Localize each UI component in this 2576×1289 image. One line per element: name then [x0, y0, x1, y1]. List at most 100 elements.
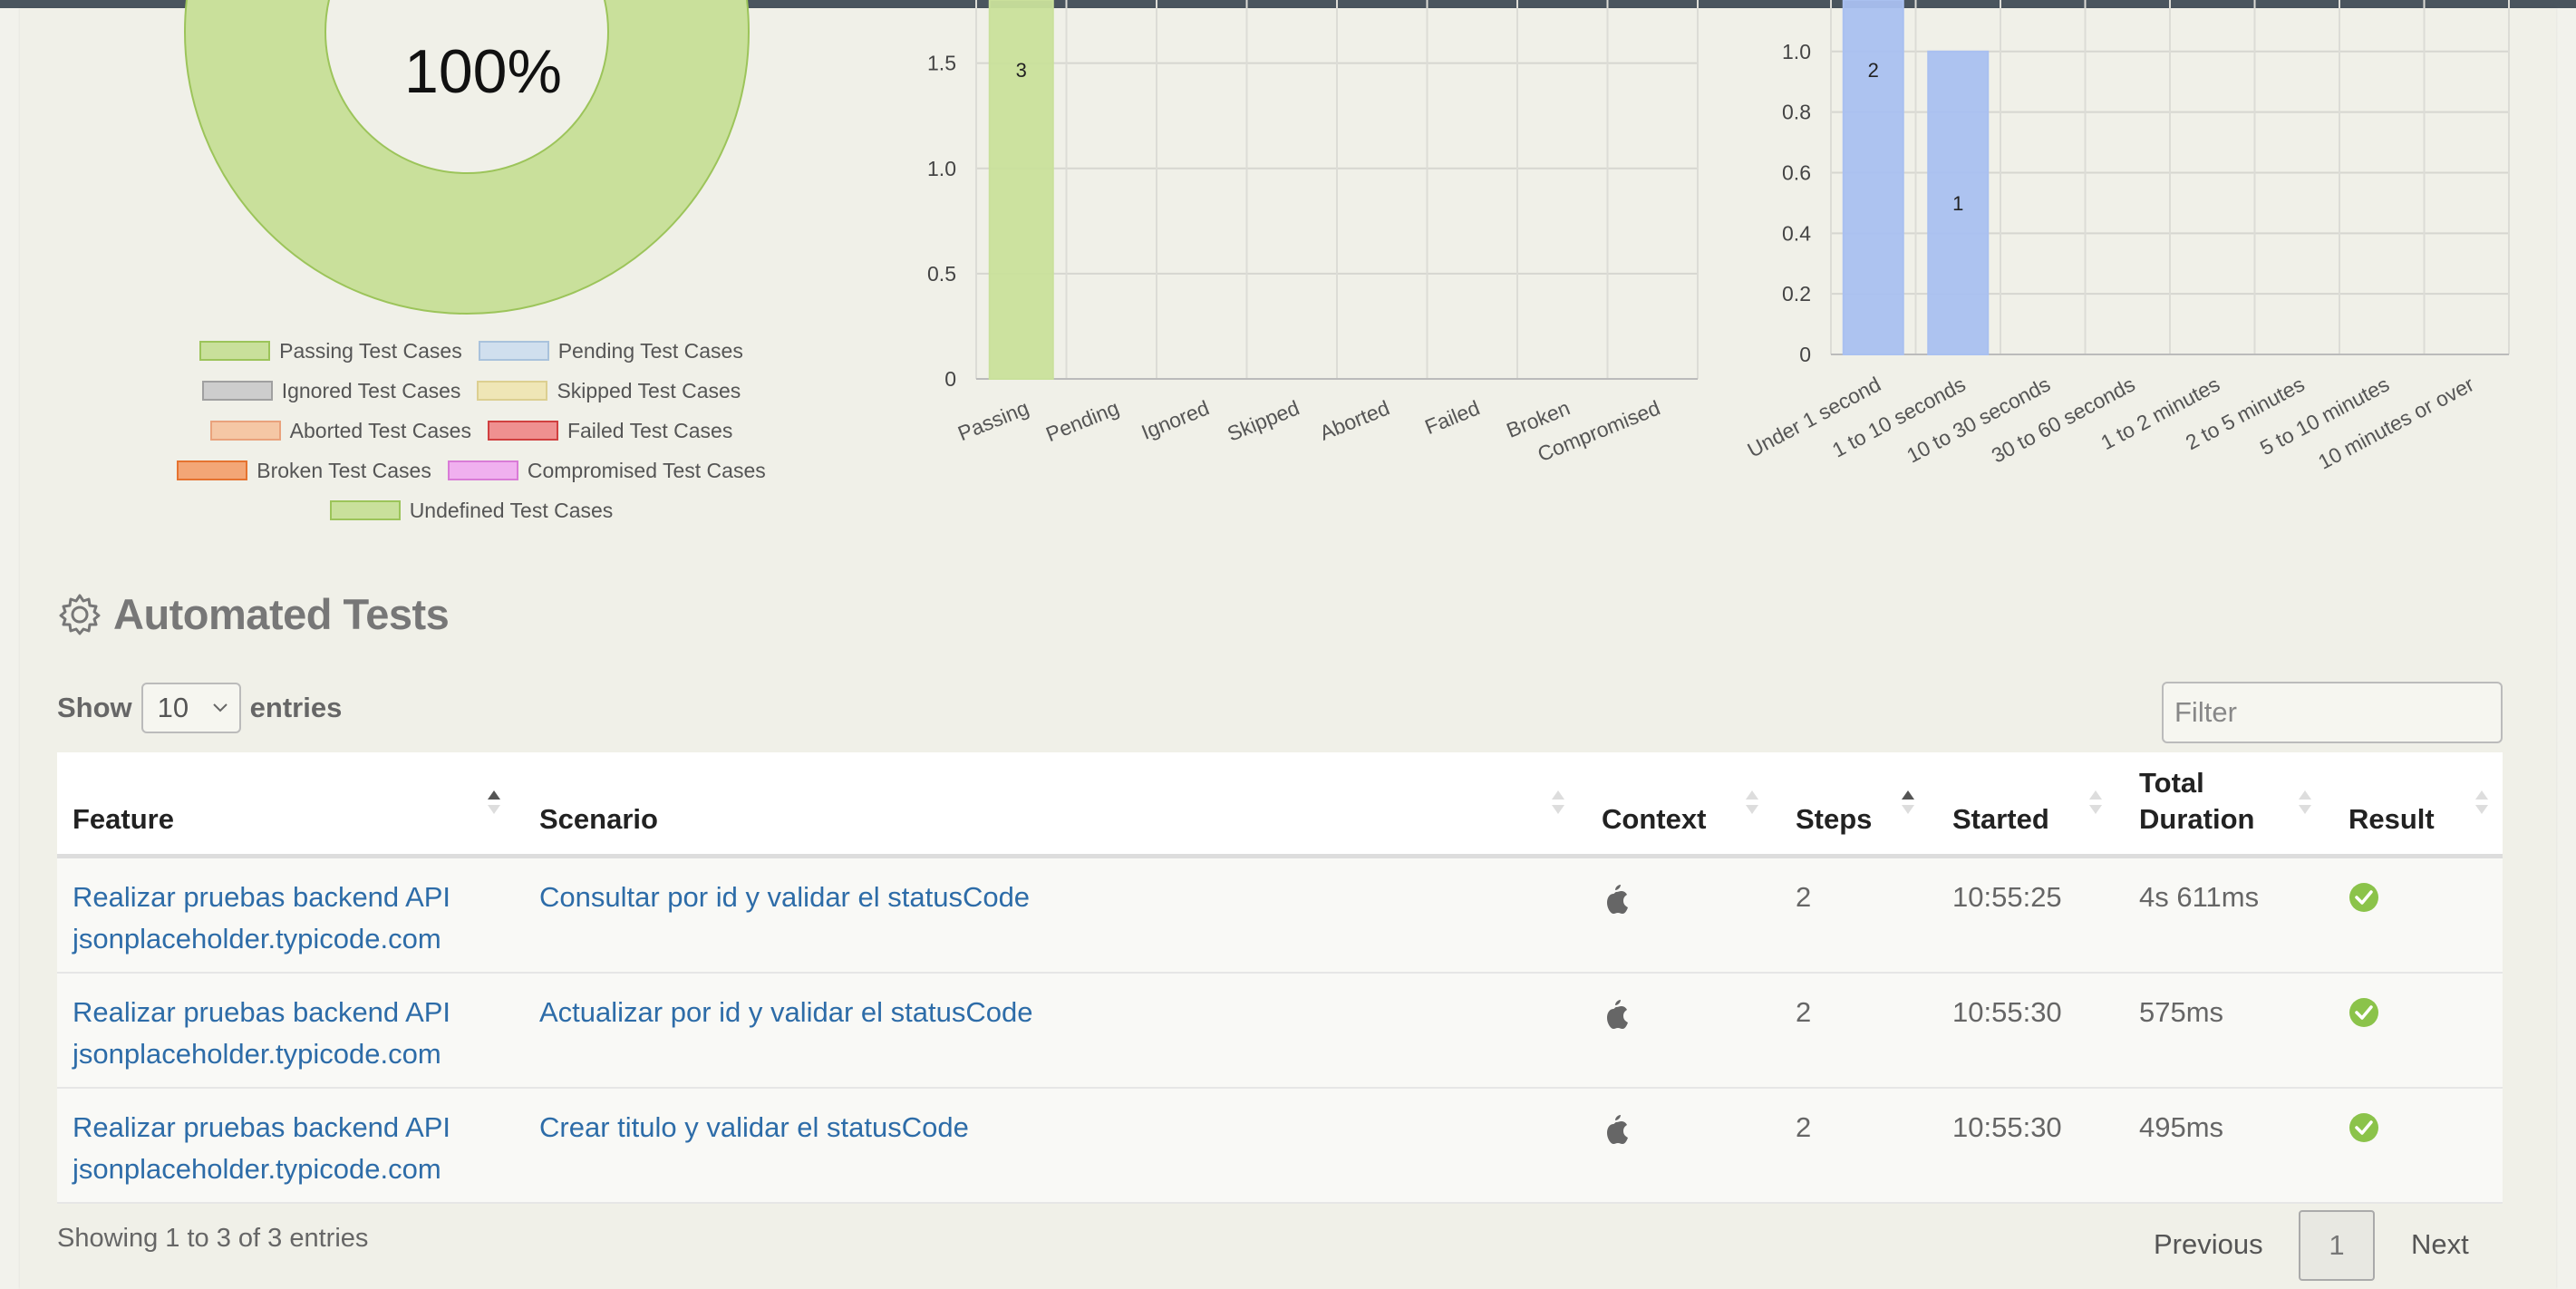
legend-item[interactable]: Skipped Test Cases	[477, 379, 741, 403]
started-value: 10:55:25	[1952, 881, 2062, 913]
feature-name[interactable]: Realizar pruebas backend API	[73, 877, 450, 918]
y-tick-label: 0.2	[1782, 282, 1811, 305]
legend-label: Ignored Test Cases	[281, 378, 461, 402]
x-tick-label: Failed	[1421, 396, 1483, 440]
legend-item[interactable]: Pending Test Cases	[478, 338, 743, 363]
tests-table: Feature Scenario Context Steps Started T…	[57, 752, 2503, 1204]
legend-swatch	[209, 421, 281, 441]
result-legend: Passing Test Cases Pending Test Cases Igno…	[136, 331, 807, 530]
sort-icon[interactable]	[2474, 789, 2490, 816]
column-header-total-duration[interactable]: Total Duration	[2139, 765, 2254, 838]
legend-label: Pending Test Cases	[557, 338, 743, 363]
legend-label: Passing Test Cases	[279, 338, 462, 363]
column-header-context[interactable]: Context	[1602, 801, 1706, 838]
legend-row: Broken Test Cases Compromised Test Cases	[136, 451, 807, 490]
success-check-icon	[2348, 997, 2379, 1040]
y-tick-label: 1.0	[927, 157, 956, 180]
feature-host[interactable]: jsonplaceholder.typicode.com	[73, 918, 450, 960]
feature-link[interactable]: Realizar pruebas backend API jsonplacehol…	[73, 992, 450, 1075]
apple-icon	[1603, 999, 1630, 1042]
x-tick-label: 10 minutes or over	[2314, 372, 2478, 474]
scenario-link[interactable]: Consultar por id y validar el statusCode	[539, 877, 1030, 918]
steps-value: 2	[1796, 1111, 1812, 1143]
y-tick-label: 0.4	[1782, 221, 1811, 245]
column-header-result[interactable]: Result	[2348, 801, 2435, 838]
chevron-down-icon	[212, 703, 228, 712]
filter-placeholder: Filter	[2174, 696, 2237, 728]
legend-swatch	[487, 421, 558, 441]
feature-link[interactable]: Realizar pruebas backend API jsonplacehol…	[73, 1107, 450, 1190]
legend-label: Skipped Test Cases	[557, 378, 741, 402]
y-tick-label: 0.8	[1782, 101, 1811, 124]
y-tick-label: 0.5	[927, 262, 956, 286]
feature-host[interactable]: jsonplaceholder.typicode.com	[73, 1033, 450, 1075]
success-check-icon	[2348, 882, 2379, 925]
filter-input[interactable]: Filter	[2162, 682, 2503, 743]
sort-icon[interactable]	[2297, 789, 2313, 816]
column-header-started[interactable]: Started	[1952, 801, 2049, 838]
x-tick-label: Ignored	[1138, 396, 1213, 444]
legend-swatch	[478, 341, 549, 361]
y-tick-label: 0	[944, 367, 956, 391]
page-1-button[interactable]: 1	[2299, 1210, 2375, 1281]
sort-ascending-icon[interactable]	[1900, 789, 1916, 816]
legend-row: Aborted Test Cases Failed Test Cases	[136, 411, 807, 451]
result-donut-chart: 100%	[184, 0, 750, 315]
sort-icon[interactable]	[1550, 789, 1566, 816]
feature-name[interactable]: Realizar pruebas backend API	[73, 992, 450, 1033]
legend-row: Undefined Test Cases	[136, 490, 807, 530]
scenario-link[interactable]: Actualizar por id y validar el statusCod…	[539, 992, 1032, 1033]
duration-bar-chart: 00.20.40.60.81.02Under 1 second11 to 10 …	[1744, 0, 2510, 474]
x-tick-label: Skipped	[1224, 396, 1303, 446]
sort-ascending-icon[interactable]	[486, 789, 502, 816]
legend-swatch	[477, 381, 548, 401]
table-row: Realizar pruebas backend API jsonplacehol…	[57, 974, 2503, 1089]
y-tick-label: 1.5	[927, 52, 956, 75]
duration-value: 575ms	[2139, 996, 2224, 1028]
column-header-scenario[interactable]: Scenario	[539, 801, 658, 838]
scenario-link[interactable]: Crear titulo y validar el statusCode	[539, 1107, 969, 1148]
x-tick-label: 10 to 30 seconds	[1903, 372, 2054, 467]
table-row: Realizar pruebas backend API jsonplacehol…	[57, 858, 2503, 974]
duration-value: 495ms	[2139, 1111, 2224, 1143]
started-value: 10:55:30	[1952, 1111, 2062, 1143]
legend-item[interactable]: Undefined Test Cases	[329, 498, 614, 523]
legend-label: Failed Test Cases	[567, 418, 733, 442]
bar-data-label: 1	[1952, 192, 1963, 215]
next-page-button[interactable]: Next	[2411, 1210, 2469, 1279]
column-header-steps[interactable]: Steps	[1796, 801, 1872, 838]
feature-name[interactable]: Realizar pruebas backend API	[73, 1107, 450, 1148]
previous-page-button[interactable]: Previous	[2154, 1210, 2263, 1279]
bar	[1842, 0, 1904, 355]
legend-item[interactable]: Broken Test Cases	[177, 459, 431, 483]
entries-per-page-select[interactable]: 10	[140, 683, 241, 733]
legend-label: Aborted Test Cases	[289, 418, 471, 442]
feature-host[interactable]: jsonplaceholder.typicode.com	[73, 1148, 450, 1190]
legend-row: Passing Test Cases Pending Test Cases	[136, 331, 807, 371]
legend-swatch	[199, 341, 271, 361]
apple-icon	[1603, 884, 1630, 926]
column-header-feature[interactable]: Feature	[73, 801, 174, 838]
legend-item[interactable]: Aborted Test Cases	[209, 418, 471, 443]
legend-label: Undefined Test Cases	[409, 498, 614, 522]
steps-value: 2	[1796, 996, 1812, 1028]
legend-swatch	[201, 381, 273, 401]
legend-swatch	[447, 460, 518, 480]
sort-icon[interactable]	[2087, 789, 2104, 816]
x-tick-label: 30 to 60 seconds	[1988, 372, 2139, 467]
entries-label: entries	[249, 692, 343, 723]
legend-item[interactable]: Ignored Test Cases	[201, 378, 461, 403]
legend-item[interactable]: Failed Test Cases	[487, 418, 733, 443]
legend-swatch	[329, 500, 401, 520]
started-value: 10:55:30	[1952, 996, 2062, 1028]
y-tick-label: 0	[1799, 343, 1811, 366]
feature-link[interactable]: Realizar pruebas backend API jsonplacehol…	[73, 877, 450, 960]
gear-icon	[59, 594, 101, 635]
results-bar-chart: 0 0.5 1.0 1.5 3 Passing Pending Ignored Skipped A…	[927, 0, 1699, 466]
legend-item[interactable]: Compromised Test Cases	[447, 459, 766, 483]
sort-icon[interactable]	[1744, 789, 1760, 816]
legend-item[interactable]: Passing Test Cases	[199, 339, 462, 363]
legend-row: Ignored Test Cases Skipped Test Cases	[136, 371, 807, 411]
entries-per-page-value: 10	[157, 692, 189, 723]
show-label: Show	[57, 692, 132, 723]
